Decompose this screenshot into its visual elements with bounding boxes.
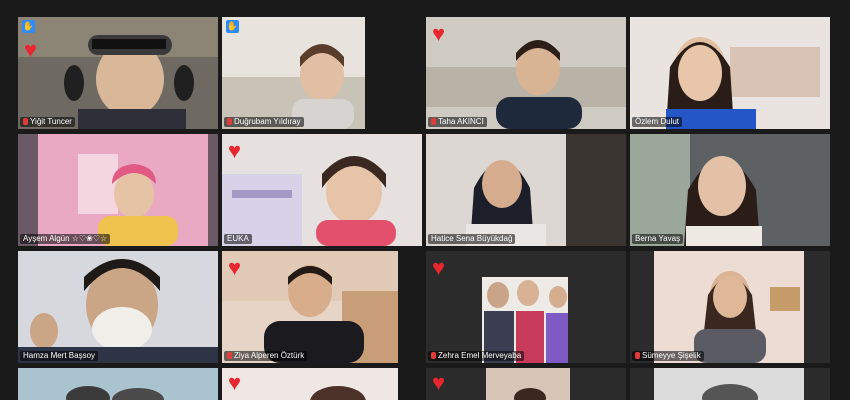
video-feed	[18, 368, 218, 400]
participant-tile[interactable]	[630, 368, 830, 400]
video-feed	[426, 251, 626, 363]
heart-icon: ♥	[432, 370, 446, 395]
participant-name-tag: Ziya Alperen Öztürk	[224, 351, 308, 361]
raised-hand-icon: ✋	[226, 20, 239, 33]
participant-tile[interactable]: Ayşem Algün ☆♡❀♡☆	[18, 134, 218, 246]
participant-tile[interactable]: ♥ Zehra Emel Merveyaba	[426, 251, 626, 363]
video-feed	[18, 251, 218, 363]
participant-name-tag: Ayşem Algün ☆♡❀♡☆	[20, 234, 111, 244]
video-feed	[426, 368, 626, 400]
video-feed	[426, 134, 626, 246]
participant-name-tag: Zehra Emel Merveyaba	[428, 351, 525, 361]
heart-icon: ♥	[228, 138, 242, 163]
video-feed	[222, 134, 422, 246]
video-feed	[630, 17, 830, 129]
heart-icon: ♥	[228, 370, 242, 395]
participant-name-tag: Sümeyye Şişelik	[632, 351, 704, 361]
muted-mic-icon	[227, 352, 232, 359]
participant-name-tag: Taha AKINCI	[428, 117, 487, 127]
muted-mic-icon	[431, 352, 436, 359]
participant-name-tag: Berna Yavaş	[632, 234, 684, 244]
participant-tile[interactable]: Sümeyye Şişelik	[630, 251, 830, 363]
participant-tile[interactable]: ♥ Ziya Alperen Öztürk	[222, 251, 398, 363]
video-feed	[222, 368, 398, 400]
heart-icon: ♥	[24, 37, 38, 62]
participant-tile[interactable]: ✋ ♥ Yiğit Tuncer	[18, 17, 218, 129]
participant-name-tag: Duğrubam Yıldıray	[224, 117, 304, 127]
participant-name-tag: Hamza Mert Başsoy	[20, 351, 99, 361]
participant-tile[interactable]: ♥ EUKA	[222, 134, 422, 246]
heart-icon: ♥	[432, 21, 446, 46]
participant-name-tag: EUKA	[224, 234, 252, 244]
video-feed	[630, 251, 830, 363]
muted-mic-icon	[635, 352, 640, 359]
video-feed	[630, 134, 830, 246]
participant-tile[interactable]: Hamza Mert Başsoy	[18, 251, 218, 363]
muted-mic-icon	[227, 118, 232, 125]
participant-tile[interactable]: Hatice Sena Büyükdağ	[426, 134, 626, 246]
video-feed	[18, 17, 218, 129]
heart-icon: ♥	[228, 255, 242, 280]
participant-tile[interactable]: ♥	[426, 368, 626, 400]
gallery-view: ✋ ♥ Yiğit Tuncer ✋ Duğrubam Yıldıray ♥ T…	[0, 0, 850, 400]
participant-tile[interactable]: ♥	[222, 368, 398, 400]
heart-icon: ♥	[432, 255, 446, 280]
video-feed	[426, 17, 626, 129]
video-feed	[630, 368, 830, 400]
muted-mic-icon	[23, 118, 28, 125]
video-feed	[18, 134, 218, 246]
participant-name-tag: Hatice Sena Büyükdağ	[428, 234, 516, 244]
participant-tile[interactable]: ✋ Duğrubam Yıldıray	[222, 17, 365, 129]
video-feed	[222, 251, 398, 363]
participant-tile[interactable]: ♥ Taha AKINCI	[426, 17, 626, 129]
participant-name-tag: Yiğit Tuncer	[20, 117, 75, 127]
muted-mic-icon	[431, 118, 436, 125]
raised-hand-icon: ✋	[22, 20, 35, 33]
participant-tile[interactable]	[18, 368, 218, 400]
participant-name-tag: Özlem Dulut	[632, 117, 683, 127]
video-feed	[222, 17, 365, 129]
participant-tile-active-speaker[interactable]: Berna Yavaş	[630, 134, 830, 246]
participant-tile[interactable]: Özlem Dulut	[630, 17, 830, 129]
